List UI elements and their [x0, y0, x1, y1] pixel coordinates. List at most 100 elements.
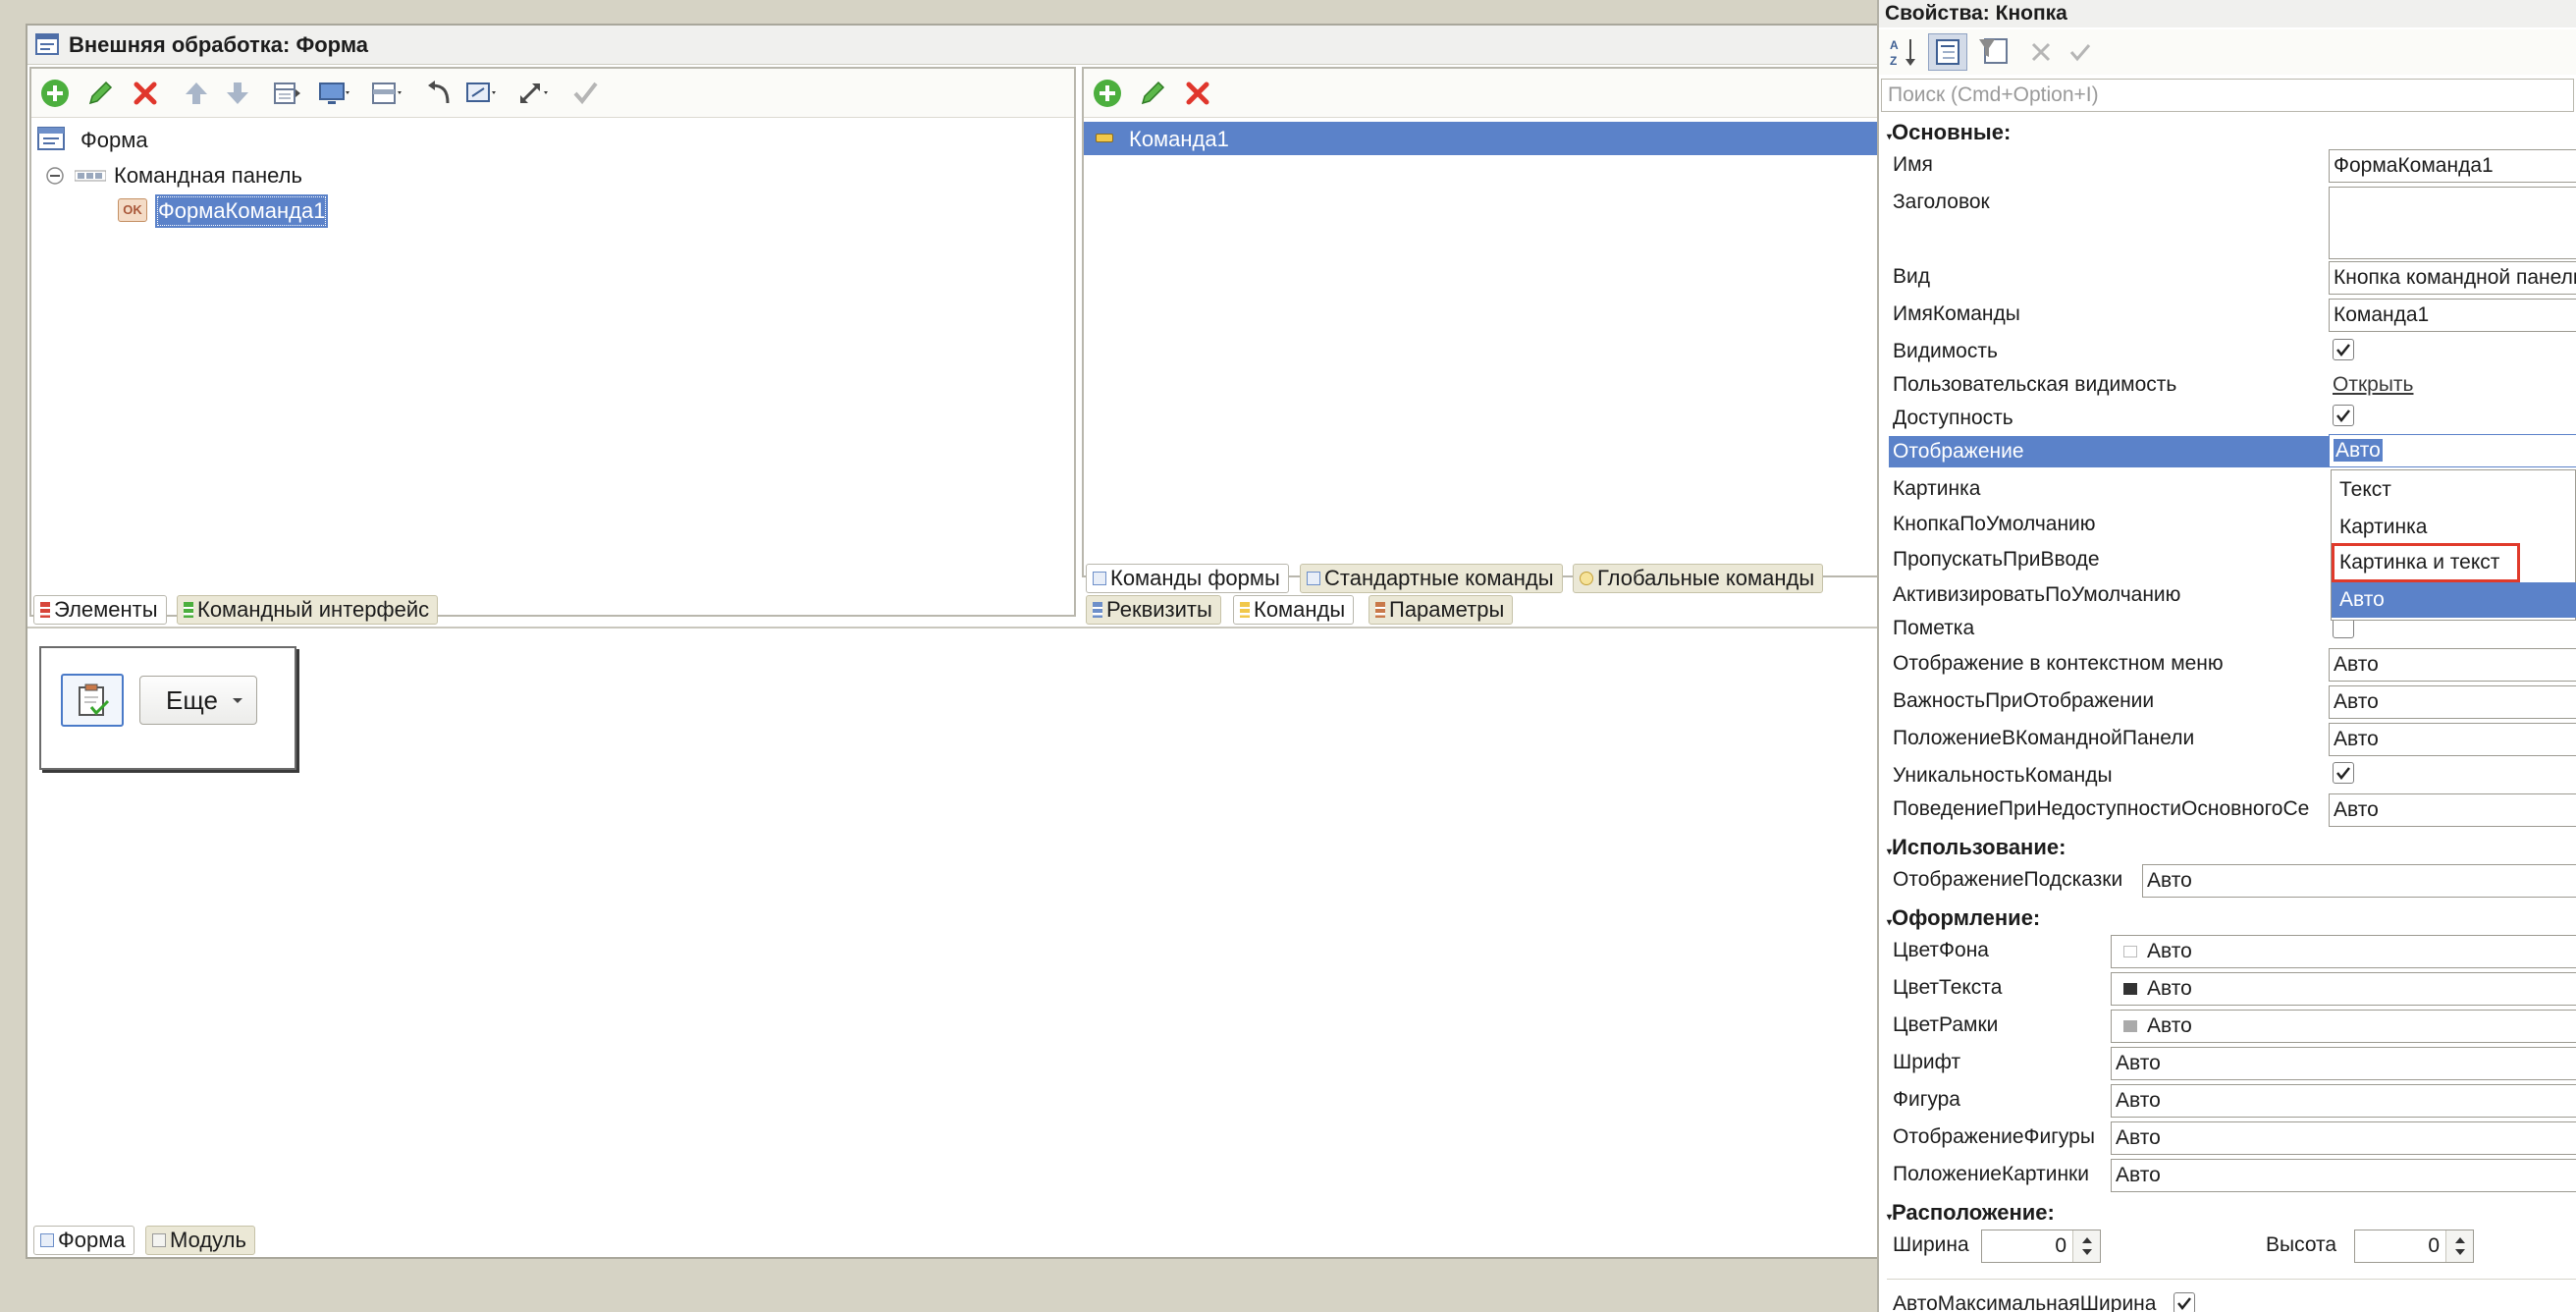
tab-standard-commands[interactable]: Стандартные команды: [1300, 564, 1563, 593]
splitter[interactable]: [27, 627, 1877, 629]
title-label: Заголовок: [1893, 191, 1990, 213]
tab-label: Модуль: [170, 1228, 246, 1252]
title-field[interactable]: [2329, 187, 2576, 259]
group-appearance[interactable]: ▾Оформление:: [1887, 905, 2040, 931]
tab-module[interactable]: Модуль: [145, 1226, 255, 1255]
properties-search-input[interactable]: Поиск (Cmd+Option+I): [1881, 79, 2574, 112]
delete-icon[interactable]: [1180, 76, 1215, 111]
tab-label: Стандартные команды: [1324, 566, 1554, 590]
group-main[interactable]: ▾Основные:: [1887, 120, 2011, 145]
command-name-field[interactable]: Команда1: [2329, 299, 2576, 332]
tooltip-field[interactable]: Авто: [2142, 864, 2576, 898]
collapse-icon[interactable]: [45, 166, 65, 186]
tab-form-commands[interactable]: Команды формы: [1086, 564, 1289, 593]
bg-color-value: Авто: [2147, 940, 2192, 962]
monitor-menu-icon[interactable]: [316, 76, 351, 111]
group-layout[interactable]: ▾Расположение:: [1887, 1200, 2055, 1226]
display-field[interactable]: Авто: [2329, 434, 2576, 467]
tab-command-interface[interactable]: Командный интерфейс: [177, 595, 439, 625]
kind-label: Вид: [1893, 265, 1930, 288]
text-color-field[interactable]: Авто: [2111, 972, 2576, 1006]
clear-icon[interactable]: [2026, 37, 2056, 67]
clipboard-check-icon: [79, 683, 110, 716]
auto-max-width-checkbox[interactable]: [2174, 1292, 2195, 1312]
edit-icon[interactable]: [1135, 76, 1170, 111]
visible-checkbox[interactable]: [2333, 339, 2354, 360]
picture-label: Картинка: [1893, 477, 1981, 500]
move-up-icon[interactable]: [179, 76, 214, 111]
name-label: Имя: [1893, 153, 1933, 176]
categorized-view-icon[interactable]: [1928, 33, 1967, 71]
tree-item-label: Форма: [80, 128, 148, 152]
tree-item-form-command1[interactable]: OK ФормаКоманда1: [118, 194, 373, 228]
group-label: Оформление:: [1892, 905, 2041, 930]
table-view-icon[interactable]: [269, 76, 304, 111]
tree-item-command-bar[interactable]: Командная панель: [45, 159, 438, 192]
chevron-down-icon: [233, 698, 242, 703]
user-visibility-open-link[interactable]: Открыть: [2333, 373, 2413, 397]
command-row[interactable]: Команда1: [1084, 122, 1887, 155]
move-down-icon[interactable]: [220, 76, 255, 111]
divider: [1887, 1279, 2576, 1280]
commands-pane: Команда1: [1082, 67, 1887, 577]
unique-checkbox[interactable]: [2333, 762, 2354, 784]
expand-menu-icon[interactable]: [516, 76, 552, 111]
font-label: Шрифт: [1893, 1051, 1961, 1073]
visible-label: Видимость: [1893, 340, 1998, 362]
filter-icon[interactable]: [1975, 33, 2014, 71]
tab-commands[interactable]: Команды: [1233, 595, 1355, 625]
undo-icon[interactable]: [422, 76, 457, 111]
tab-form[interactable]: Форма: [33, 1226, 134, 1255]
tab-global-commands[interactable]: Глобальные команды: [1573, 564, 1824, 593]
display-option-auto[interactable]: Авто: [2332, 582, 2576, 618]
check-icon[interactable]: [567, 76, 603, 111]
apply-icon[interactable]: [2066, 37, 2095, 67]
picture-position-field[interactable]: Авто: [2111, 1159, 2576, 1192]
position-field[interactable]: Авто: [2329, 723, 2576, 756]
properties-toolbar: AZ: [1879, 29, 2576, 75]
tab-attributes[interactable]: Реквизиты: [1086, 595, 1221, 625]
spin-arrows-icon[interactable]: [2445, 1230, 2473, 1262]
tab-label: Параметры: [1389, 597, 1505, 622]
color-swatch-icon: [2123, 946, 2137, 958]
tab-parameters[interactable]: Параметры: [1368, 595, 1514, 625]
resize-menu-icon[interactable]: [463, 76, 499, 111]
importance-field[interactable]: Авто: [2329, 685, 2576, 719]
add-icon[interactable]: [1090, 76, 1125, 111]
display-field-value: Авто: [2334, 439, 2383, 462]
edit-icon[interactable]: [82, 76, 118, 111]
add-icon[interactable]: [37, 76, 73, 111]
importance-label: ВажностьПриОтображении: [1893, 689, 2155, 712]
svg-text:Z: Z: [1890, 54, 1897, 68]
context-menu-label: Отображение в контекстном меню: [1893, 652, 2224, 675]
group-usage[interactable]: ▾Использование:: [1887, 835, 2066, 860]
font-field[interactable]: Авто: [2111, 1047, 2576, 1080]
name-field[interactable]: ФормаКоманда1: [2329, 149, 2576, 183]
elements-tab-icon: [40, 602, 50, 618]
delete-icon[interactable]: [128, 76, 163, 111]
kind-field[interactable]: Кнопка командной панели: [2329, 261, 2576, 295]
border-color-label: ЦветРамки: [1893, 1013, 1999, 1036]
panel-menu-icon[interactable]: [369, 76, 404, 111]
shape-field[interactable]: Авто: [2111, 1084, 2576, 1118]
sort-alpha-icon[interactable]: AZ: [1887, 35, 1920, 69]
width-spinner[interactable]: 0: [1981, 1230, 2101, 1263]
height-spinner[interactable]: 0: [2354, 1230, 2474, 1263]
border-color-field[interactable]: Авто: [2111, 1010, 2576, 1043]
tab-elements[interactable]: Элементы: [33, 595, 167, 625]
user-visibility-label: Пользовательская видимость: [1893, 373, 2177, 396]
spin-arrows-icon[interactable]: [2072, 1230, 2100, 1262]
bg-color-field[interactable]: Авто: [2111, 935, 2576, 968]
elements-pane: Форма Командная панель OK ФормаКоманда1: [29, 67, 1076, 617]
behavior-field[interactable]: Авто: [2329, 793, 2576, 827]
preview-picture-button[interactable]: [61, 674, 124, 727]
enabled-checkbox[interactable]: [2333, 405, 2354, 426]
more-button[interactable]: Еще: [139, 676, 257, 725]
display-option-text[interactable]: Текст: [2332, 472, 2576, 508]
window-title: Внешняя обработка: Форма: [69, 32, 369, 57]
shape-display-field[interactable]: Авто: [2111, 1121, 2576, 1155]
display-option-picture[interactable]: Картинка: [2332, 510, 2576, 545]
context-menu-field[interactable]: Авто: [2329, 648, 2576, 682]
command-icon: [1096, 134, 1113, 142]
form-icon: [37, 127, 65, 150]
